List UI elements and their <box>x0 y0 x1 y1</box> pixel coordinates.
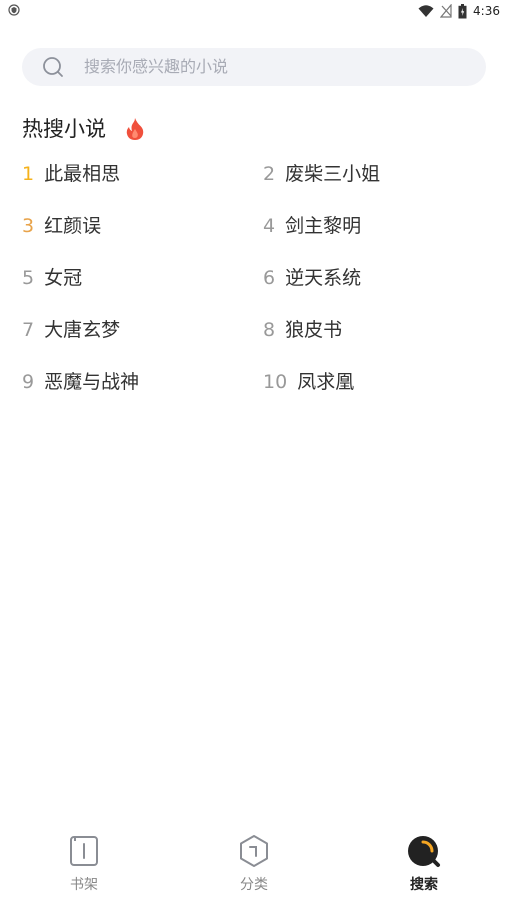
nav-tab-bookshelf[interactable]: 书架 <box>44 834 124 894</box>
hot-rank: 8 <box>263 319 276 341</box>
wifi-icon <box>418 5 434 17</box>
nav-label-bookshelf: 书架 <box>70 877 98 893</box>
hot-rank: 9 <box>22 371 35 393</box>
bottom-nav: 书架 分类 搜索 <box>0 820 508 903</box>
hot-title: 狼皮书 <box>285 319 343 341</box>
hot-rank: 5 <box>22 267 35 289</box>
hot-title: 女冠 <box>44 267 83 289</box>
hot-rank: 1 <box>22 163 35 185</box>
search-icon <box>43 57 63 77</box>
status-time: 4:36 <box>473 4 500 18</box>
hot-item[interactable]: 6 逆天系统 <box>263 264 361 292</box>
nav-tab-search[interactable]: 搜索 <box>384 834 464 894</box>
hot-item[interactable]: 3 红颜误 <box>22 212 101 240</box>
hot-title: 凤求凰 <box>297 371 355 393</box>
hot-rank: 4 <box>263 215 276 237</box>
hot-item[interactable]: 5 女冠 <box>22 264 82 292</box>
hot-item[interactable]: 7 大唐玄梦 <box>22 316 120 344</box>
hot-item[interactable]: 9 恶魔与战神 <box>22 368 139 396</box>
no-signal-icon <box>440 4 452 18</box>
hot-rank: 2 <box>263 163 276 185</box>
nav-label-search: 搜索 <box>410 877 438 893</box>
battery-icon <box>458 3 467 18</box>
hot-title: 废柴三小姐 <box>285 163 381 185</box>
bookshelf-icon <box>70 836 98 866</box>
hot-rank: 7 <box>22 319 35 341</box>
hot-title: 恶魔与战神 <box>44 371 140 393</box>
search-placeholder: 搜索你感兴趣的小说 <box>84 57 229 76</box>
fire-icon <box>126 118 144 140</box>
nav-tab-category[interactable]: 分类 <box>214 834 294 894</box>
hot-rank: 3 <box>22 215 35 237</box>
hot-title: 逆天系统 <box>285 267 362 289</box>
hot-rank: 6 <box>263 267 276 289</box>
hot-item[interactable]: 1 此最相思 <box>22 160 120 188</box>
nav-label-category: 分类 <box>240 877 268 893</box>
hot-title: 红颜误 <box>44 215 102 237</box>
search-tab-icon <box>408 836 440 867</box>
status-bar: 4:36 <box>0 0 508 22</box>
status-icons: 4:36 <box>418 2 500 20</box>
hot-title: 此最相思 <box>44 163 121 185</box>
search-input[interactable]: 搜索你感兴趣的小说 <box>22 48 486 86</box>
hot-item[interactable]: 2 废柴三小姐 <box>263 160 380 188</box>
hot-title: 大唐玄梦 <box>44 319 121 341</box>
hot-section-title: 热搜小说 <box>22 117 106 141</box>
hot-title: 剑主黎明 <box>285 215 362 237</box>
category-icon <box>240 835 268 867</box>
hot-item[interactable]: 8 狼皮书 <box>263 316 342 344</box>
hot-item[interactable]: 10 凤求凰 <box>263 368 354 396</box>
shield-icon <box>8 4 20 16</box>
hot-rank: 10 <box>263 371 288 393</box>
hot-item[interactable]: 4 剑主黎明 <box>263 212 361 240</box>
